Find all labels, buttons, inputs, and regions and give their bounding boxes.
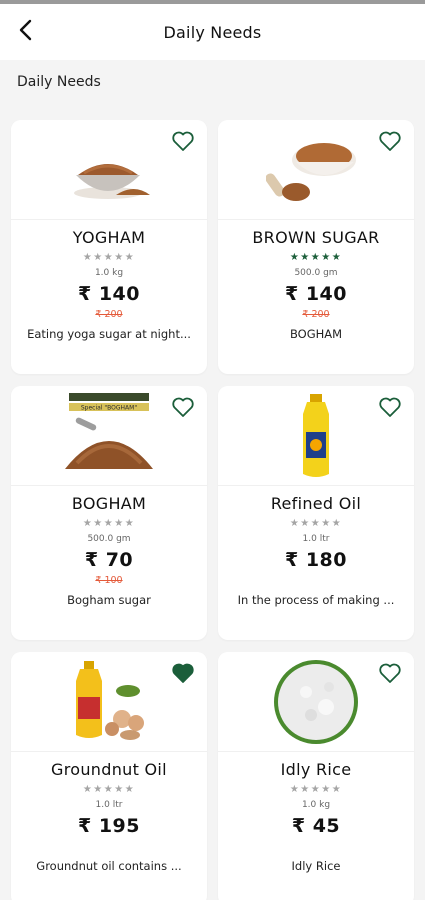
product-description: Idly Rice: [291, 859, 341, 873]
groundnut-oil-icon: [76, 660, 144, 740]
favorite-button[interactable]: [378, 396, 404, 420]
product-name: YOGHAM: [72, 228, 146, 247]
back-arrow-icon: [19, 19, 32, 41]
product-card[interactable]: Special "BOGHAM" BOGHAM ★★★★★ 500.0 gm ₹…: [11, 386, 207, 640]
product-name: Groundnut Oil: [51, 760, 167, 779]
product-card[interactable]: Refined Oil ★★★★★ 1.0 ltr ₹ 180 In the p…: [218, 386, 414, 640]
product-mrp: [11, 841, 207, 853]
oil-bottle-icon: [303, 393, 329, 477]
product-quantity: 500.0 gm: [87, 534, 131, 544]
product-description: Eating yoga sugar at night...: [27, 327, 191, 341]
section-title: Daily Needs: [17, 74, 101, 90]
heart-outline-icon: [379, 397, 401, 417]
sugar-bowl-scoop-icon: [266, 142, 356, 201]
rating-stars: ★★★★★: [289, 784, 343, 795]
svg-text:Special "BOGHAM": Special "BOGHAM": [81, 404, 137, 411]
heart-outline-icon: [379, 663, 401, 683]
heart-outline-icon: [172, 131, 194, 151]
heart-filled-icon: [172, 663, 194, 683]
product-grid: YOGHAM ★★★★★ 1.0 kg ₹ 140 ₹ 200 Eating y…: [11, 120, 415, 900]
heart-outline-icon: [379, 131, 401, 151]
product-mrp: [218, 575, 414, 587]
rating-stars: ★★★★★: [82, 784, 136, 795]
product-description: Groundnut oil contains ...: [36, 859, 182, 873]
heart-outline-icon: [172, 397, 194, 417]
app-header: Daily Needs: [0, 4, 425, 60]
product-description: Bogham sugar: [67, 593, 151, 607]
favorite-button[interactable]: [171, 662, 197, 686]
product-name: Idly Rice: [280, 760, 352, 779]
favorite-button[interactable]: [378, 662, 404, 686]
rating-stars: ★★★★★: [289, 518, 343, 529]
product-card[interactable]: Groundnut Oil ★★★★★ 1.0 ltr ₹ 195 Ground…: [11, 652, 207, 900]
product-price: ₹ 45: [291, 815, 341, 837]
product-quantity: 1.0 kg: [301, 800, 331, 810]
product-description: BOGHAM: [289, 327, 343, 341]
back-button[interactable]: [12, 16, 40, 44]
product-card[interactable]: Idly Rice ★★★★★ 1.0 kg ₹ 45 Idly Rice: [218, 652, 414, 900]
product-price: ₹ 140: [78, 283, 140, 305]
product-price: ₹ 195: [78, 815, 140, 837]
product-quantity: 500.0 gm: [294, 268, 338, 278]
product-quantity: 1.0 kg: [94, 268, 124, 278]
product-name: BOGHAM: [71, 494, 147, 513]
product-name: BROWN SUGAR: [252, 228, 380, 247]
product-mrp: ₹ 100: [95, 575, 123, 586]
product-card[interactable]: BROWN SUGAR ★★★★★ 500.0 gm ₹ 140 ₹ 200 B…: [218, 120, 414, 374]
page-title: Daily Needs: [163, 22, 262, 42]
product-price: ₹ 180: [285, 549, 347, 571]
sugar-bowl-icon: [74, 163, 150, 199]
product-quantity: 1.0 ltr: [95, 800, 123, 810]
product-price: ₹ 140: [285, 283, 347, 305]
sugar-pile-icon: Special "BOGHAM": [65, 392, 153, 469]
rating-stars: ★★★★★: [289, 252, 343, 263]
rating-stars: ★★★★★: [82, 518, 136, 529]
product-mrp: ₹ 200: [95, 309, 123, 320]
product-card[interactable]: YOGHAM ★★★★★ 1.0 kg ₹ 140 ₹ 200 Eating y…: [11, 120, 207, 374]
product-mrp: [218, 841, 414, 853]
product-price: ₹ 70: [84, 549, 134, 571]
product-mrp: ₹ 200: [302, 309, 330, 320]
rating-stars: ★★★★★: [82, 252, 136, 263]
product-name: Refined Oil: [270, 494, 362, 513]
favorite-button[interactable]: [378, 130, 404, 154]
product-quantity: 1.0 ltr: [302, 534, 330, 544]
rice-bowl-icon: [274, 659, 358, 744]
favorite-button[interactable]: [171, 396, 197, 420]
favorite-button[interactable]: [171, 130, 197, 154]
product-description: In the process of making ...: [237, 593, 395, 607]
